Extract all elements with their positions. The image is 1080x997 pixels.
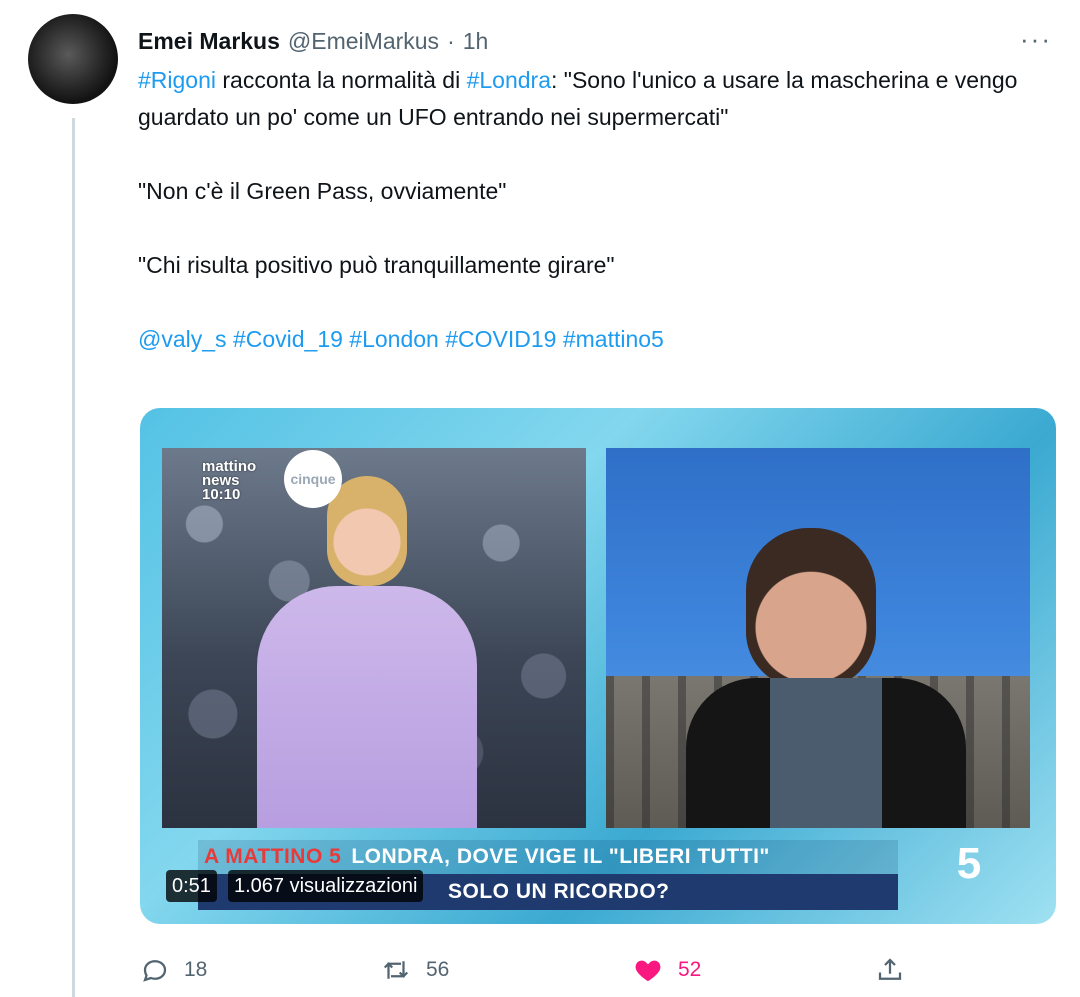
guest-body [686, 678, 966, 828]
mention-link[interactable]: @valy_s [138, 326, 227, 352]
presenter-body [257, 586, 477, 828]
tweet-paragraph-2: "Non c'è il Green Pass, ovviamente" [138, 178, 507, 204]
video-views: 1.067 visualizzazioni [228, 870, 424, 902]
video-player[interactable]: mattino news 10:10 cinque A MATTINO 5 LO… [140, 408, 1056, 924]
show-label: A MATTINO 5 [204, 845, 342, 868]
tweet-paragraph-1: #Rigoni racconta la normalità di #Londra… [138, 62, 1048, 136]
like-count: 52 [678, 958, 702, 981]
more-options-icon[interactable]: ··· [1020, 24, 1052, 55]
like-button[interactable]: 52 [632, 952, 701, 988]
retweet-icon [380, 955, 412, 985]
headline-line2: SOLO UN RICORDO? [448, 880, 670, 903]
heart-icon [632, 955, 664, 985]
hashtag-link[interactable]: #Covid_19 [233, 326, 343, 352]
share-icon [875, 955, 905, 985]
retweet-count: 56 [426, 958, 450, 981]
hashtag-link[interactable]: #Rigoni [138, 67, 216, 93]
retweet-button[interactable]: 56 [380, 952, 449, 988]
news-logo-time: 10:10 [202, 486, 241, 503]
tweet-tags: @valy_s #Covid_19 #London #COVID19 #matt… [138, 321, 1048, 358]
news-logo-badge: cinque [284, 450, 342, 508]
avatar[interactable] [28, 14, 118, 104]
author-handle[interactable]: @EmeiMarkus [288, 28, 439, 55]
video-duration: 0:51 [166, 870, 217, 902]
reply-icon [140, 955, 170, 985]
video-left-panel: mattino news 10:10 cinque [162, 448, 586, 828]
guest-figure [686, 528, 966, 828]
tweet-actions: 18 56 52 [140, 952, 920, 988]
tweet-text: #Rigoni racconta la normalità di #Londra… [138, 62, 1048, 358]
presenter-head [327, 476, 407, 586]
author-name[interactable]: Emei Markus [138, 28, 280, 55]
tweet-time[interactable]: 1h [463, 28, 489, 55]
share-button[interactable] [875, 952, 905, 988]
hashtag-link[interactable]: #mattino5 [563, 326, 664, 352]
guest-head [746, 528, 876, 688]
hashtag-link[interactable]: #COVID19 [445, 326, 556, 352]
news-logo: mattino news 10:10 cinque [202, 450, 342, 508]
reply-count: 18 [184, 958, 208, 981]
thread-line [72, 118, 75, 997]
headline-line1: LONDRA, DOVE VIGE IL "LIBERI TUTTI" [351, 845, 770, 868]
lower-third-headline: A MATTINO 5 LONDRA, DOVE VIGE IL "LIBERI… [198, 840, 898, 874]
channel-logo: 5 [956, 839, 982, 888]
reply-button[interactable]: 18 [140, 952, 207, 988]
separator-dot: · [447, 27, 455, 54]
tweet-header: Emei Markus @EmeiMarkus · 1h [138, 24, 488, 58]
hashtag-link[interactable]: #Londra [467, 67, 551, 93]
video-right-panel [606, 448, 1030, 828]
presenter-figure [257, 476, 477, 828]
tweet-paragraph-3: "Chi risulta positivo può tranquillament… [138, 252, 615, 278]
tweet-text-segment: racconta la normalità di [216, 67, 467, 93]
hashtag-link[interactable]: #London [349, 326, 439, 352]
